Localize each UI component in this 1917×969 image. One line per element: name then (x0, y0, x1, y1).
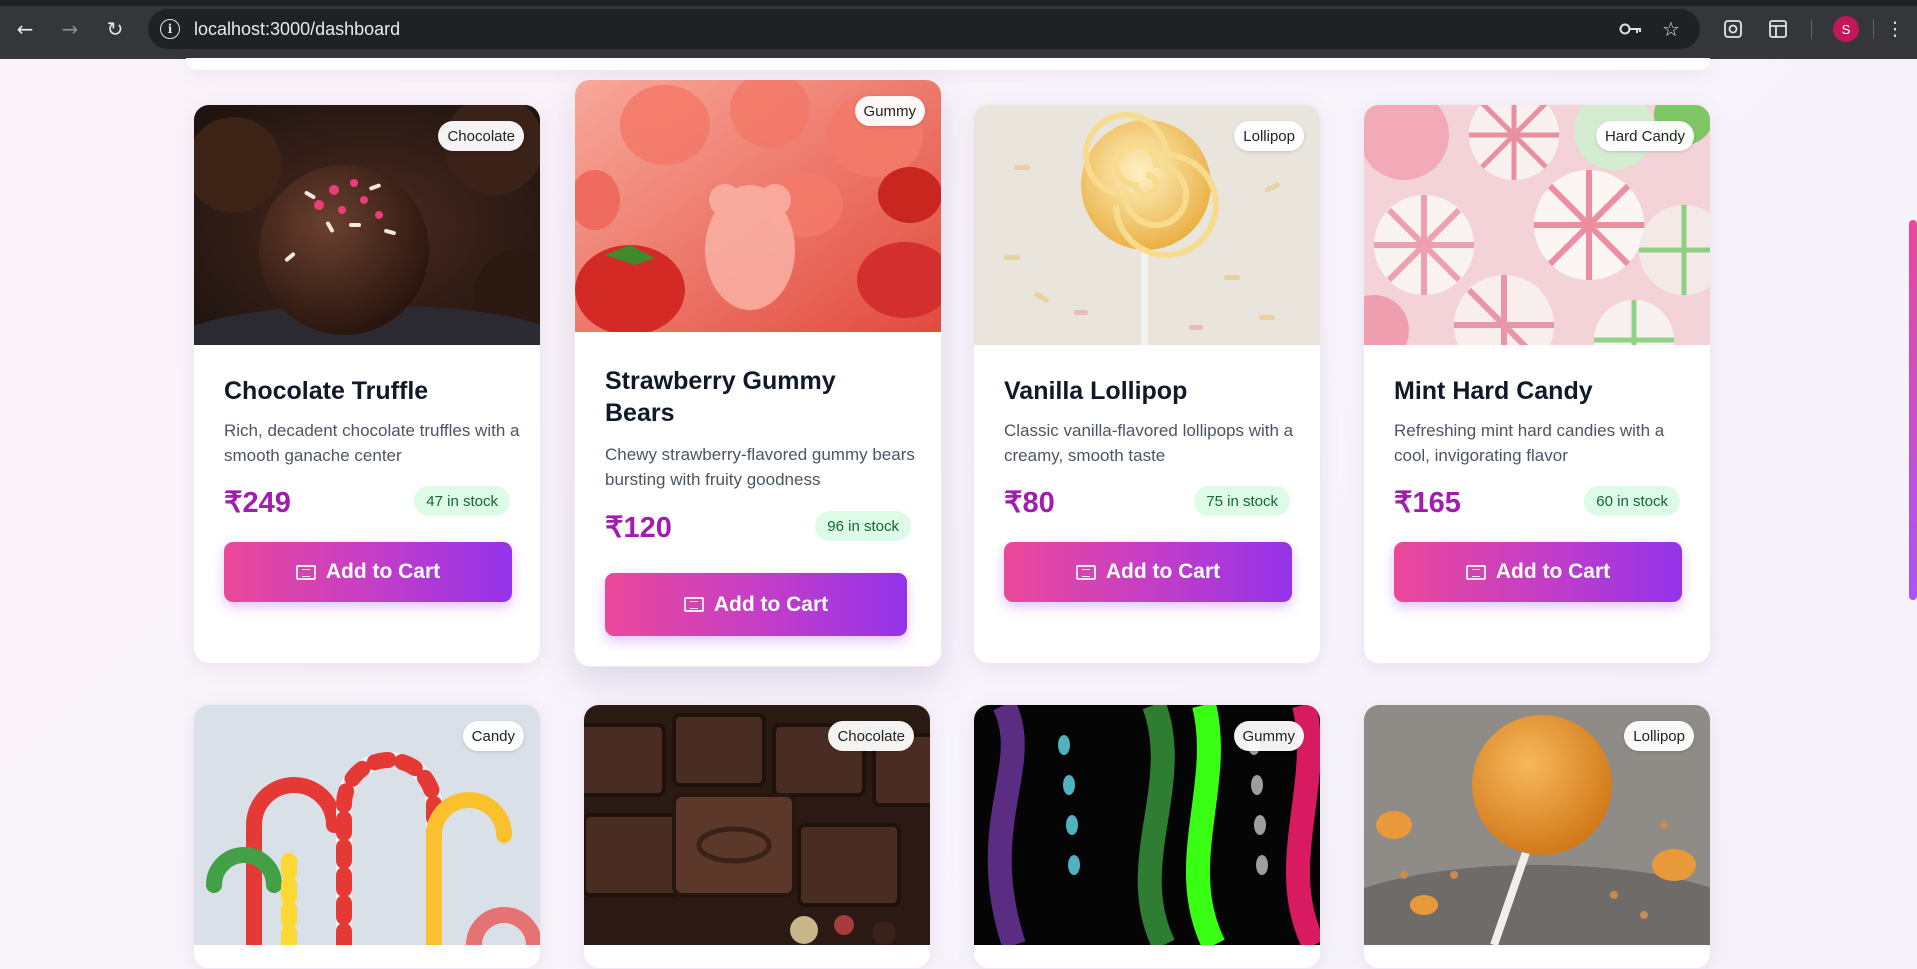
product-name: Vanilla Lollipop (1004, 377, 1188, 405)
product-description: Chewy strawberry-flavored gummy bears bu… (605, 445, 915, 489)
cart-icon (1465, 564, 1486, 580)
add-to-cart-label: Add to Cart (325, 560, 441, 583)
product-price: ₹249 (224, 487, 291, 519)
camera-icon[interactable] (1718, 14, 1748, 44)
back-icon[interactable]: ← (10, 14, 40, 44)
category-badge: Hard Candy (1595, 121, 1694, 151)
product-description: Classic vanilla-flavored lollipops with … (1004, 421, 1294, 465)
category-badge: Lollipop (1624, 721, 1694, 751)
add-to-cart-button[interactable]: Add to Cart (224, 542, 512, 602)
kebab-menu-icon[interactable]: ⋮ (1880, 14, 1910, 44)
product-card: Lollipop (1363, 704, 1711, 969)
product-card: Gummy (973, 704, 1321, 969)
add-to-cart-label: Add to Cart (1495, 560, 1611, 583)
add-to-cart-button[interactable]: Add to Cart (605, 573, 907, 636)
product-description: Rich, decadent chocolate truffles with a… (224, 421, 520, 465)
forward-icon[interactable]: → (55, 14, 85, 44)
product-name: Strawberry Gummy Bears (605, 367, 836, 427)
info-icon[interactable]: i (160, 19, 180, 39)
product-name: Chocolate Truffle (224, 377, 429, 405)
product-price: ₹120 (605, 512, 672, 544)
stock-badge: 60 in stock (1584, 486, 1680, 516)
stock-badge: 75 in stock (1194, 486, 1290, 516)
key-icon[interactable] (1618, 16, 1644, 42)
toolbar-divider (1811, 19, 1812, 39)
profile-avatar[interactable]: S (1833, 16, 1859, 42)
product-price: ₹165 (1394, 487, 1461, 519)
product-card: Lollipop Vanilla Lollipop Classic vanill… (973, 104, 1321, 664)
stock-badge: 47 in stock (414, 486, 510, 516)
cart-icon (295, 564, 316, 580)
add-to-cart-label: Add to Cart (1105, 560, 1221, 583)
product-card: Candy (193, 704, 541, 969)
category-badge: Lollipop (1234, 121, 1304, 151)
toolbar-divider (1873, 19, 1874, 39)
stock-badge: 96 in stock (815, 511, 911, 541)
add-to-cart-button[interactable]: Add to Cart (1394, 542, 1682, 602)
product-card: Chocolate Chocolate Truffle Rich, decade… (193, 104, 541, 664)
product-card: Gummy Strawberry Gummy Bears Chewy straw… (574, 79, 942, 667)
category-badge: Gummy (1233, 721, 1304, 751)
product-card: Chocolate (583, 704, 931, 969)
layout-icon[interactable] (1763, 14, 1793, 44)
category-badge: Gummy (854, 96, 925, 126)
cart-icon (1075, 564, 1096, 580)
add-to-cart-button[interactable]: Add to Cart (1004, 542, 1292, 602)
address-bar[interactable]: i localhost:3000/dashboard ☆ (148, 9, 1700, 49)
category-badge: Chocolate (828, 721, 914, 751)
category-badge: Candy (462, 721, 524, 751)
product-price: ₹80 (1004, 487, 1055, 519)
url-text[interactable]: localhost:3000/dashboard (194, 19, 400, 40)
header-panel (186, 58, 1710, 70)
category-badge: Chocolate (438, 121, 524, 151)
product-name: Mint Hard Candy (1394, 377, 1593, 405)
cart-icon (683, 597, 704, 612)
star-icon[interactable]: ☆ (1658, 16, 1684, 42)
reload-icon[interactable]: ↻ (100, 14, 130, 44)
add-to-cart-label: Add to Cart (713, 592, 829, 616)
scrollbar-thumb[interactable] (1909, 220, 1917, 600)
product-card: Hard Candy Mint Hard Candy Refreshing mi… (1363, 104, 1711, 664)
browser-toolbar: ← → ↻ i localhost:3000/dashboard ☆ S ⋮ (0, 0, 1917, 59)
product-description: Refreshing mint hard candies with a cool… (1394, 421, 1665, 465)
